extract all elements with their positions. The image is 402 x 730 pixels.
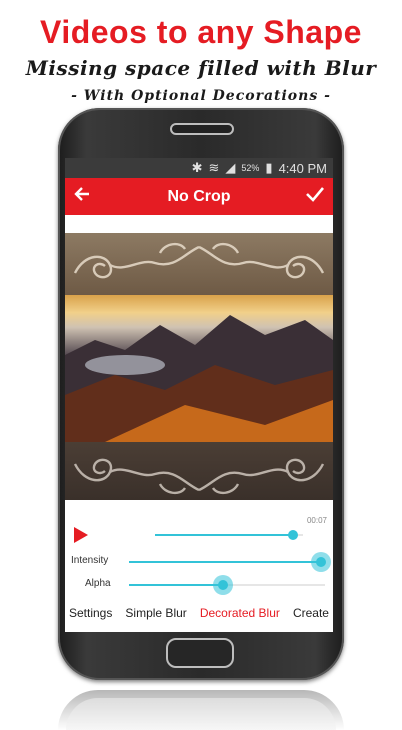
promo-subtitle: Missing space filled with Blur bbox=[25, 56, 377, 80]
screen-title: No Crop bbox=[167, 187, 231, 205]
mode-tabs: Settings Simple Blur Decorated Blur Crea… bbox=[65, 606, 333, 624]
tab-simple-blur[interactable]: Simple Blur bbox=[125, 606, 186, 624]
intensity-thumb[interactable] bbox=[311, 552, 332, 572]
phone-reflection bbox=[58, 690, 344, 730]
clock: 4:40 PM bbox=[278, 160, 327, 176]
checkmark-icon[interactable] bbox=[305, 184, 325, 208]
alpha-thumb[interactable] bbox=[213, 575, 234, 595]
app-bar: No Crop bbox=[65, 178, 333, 215]
battery-icon: ▮ bbox=[265, 160, 273, 175]
signal-icon: ◢ bbox=[225, 160, 236, 175]
tab-settings[interactable]: Settings bbox=[69, 606, 112, 624]
promo-title: Videos to any Shape bbox=[40, 14, 362, 50]
wifi-icon: ≋ bbox=[208, 160, 220, 175]
seek-thumb[interactable] bbox=[287, 530, 298, 540]
alpha-slider[interactable] bbox=[129, 575, 325, 595]
play-icon[interactable] bbox=[74, 527, 88, 543]
battery-percent: 52% bbox=[241, 163, 260, 173]
decoration-bottom bbox=[65, 442, 333, 500]
video-preview[interactable] bbox=[65, 233, 333, 500]
intensity-slider[interactable] bbox=[129, 552, 332, 572]
controls-panel: 00:07 Intensity Alpha Settings Simple Bl… bbox=[65, 500, 333, 632]
video-frame-photo bbox=[65, 295, 333, 442]
tab-create[interactable]: Create bbox=[293, 606, 329, 624]
intensity-label: Intensity bbox=[71, 555, 109, 566]
home-button[interactable] bbox=[166, 638, 234, 668]
app-screen: ✱ ≋ ◢ 52% ▮ 4:40 PM No Crop 00:07 Intens… bbox=[65, 158, 333, 632]
decoration-top bbox=[65, 233, 333, 295]
alpha-label: Alpha bbox=[85, 578, 111, 589]
arrow-left-icon[interactable] bbox=[73, 184, 91, 208]
tab-decorated-blur[interactable]: Decorated Blur bbox=[200, 606, 280, 624]
status-bar: ✱ ≋ ◢ 52% ▮ 4:40 PM bbox=[65, 158, 333, 178]
earpiece-speaker bbox=[170, 123, 234, 135]
bluetooth-icon: ✱ bbox=[191, 160, 203, 175]
promo-tagline: - With Optional Decorations - bbox=[71, 88, 331, 104]
elapsed-time: 00:07 bbox=[306, 516, 327, 525]
seek-bar[interactable] bbox=[155, 530, 303, 540]
